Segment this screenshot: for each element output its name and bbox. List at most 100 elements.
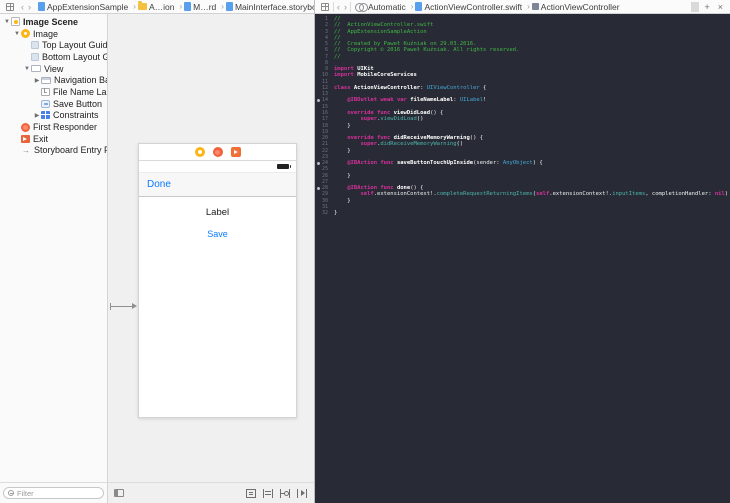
outline-footer [0,482,108,503]
file-icon [184,2,192,11]
filter-icon [8,490,14,496]
disclosure-triangle[interactable]: ▼ [3,19,11,25]
filter-input[interactable] [17,488,99,498]
xcode-editor-area: ‹ › AppExtensionSample › A…ion › M…rd › MainIn… [0,0,730,503]
label-icon: L [41,87,50,96]
storyboard-entry-point-arrow[interactable] [110,302,137,311]
breadcrumb-item[interactable]: A…ion [137,1,176,12]
chevron-right-icon: › [179,2,183,11]
canvas-footer [108,482,314,503]
breadcrumb-label: M…rd [193,1,217,12]
outline-item-image-scene[interactable]: ▼ Image Scene [0,16,107,28]
align-icon[interactable] [263,488,273,498]
save-button[interactable]: Save [139,229,296,239]
entry-arrow-head [132,303,137,309]
outline-item-image[interactable]: ▼ Image [0,28,107,40]
disclosure-triangle[interactable]: ▼ [13,31,21,37]
storyboard-canvas[interactable]: Done Label Save [108,14,314,482]
outline-item-label: Constraints [53,110,99,121]
assistant-actions: + × [690,1,727,12]
code-text: } [334,210,338,217]
entry-arrow-shaft [110,306,134,307]
related-items-icon [6,2,14,11]
outline-item-storyboard-entry-point[interactable]: → Storyboard Entry Point [0,145,107,157]
ib-footer [0,482,314,503]
filter-field[interactable] [3,487,104,499]
outline-item-label: View [44,63,64,74]
breadcrumb-label: Automatic [368,1,406,12]
first-responder-icon[interactable] [212,147,223,157]
scene-icon [11,17,20,27]
breadcrumb-item[interactable]: AppExtensionSample [38,2,129,12]
disclosure-triangle[interactable]: ▶ [33,77,41,84]
guide-icon [31,41,39,50]
outline-item-first-responder[interactable]: First Responder [0,121,107,133]
forward-button[interactable]: › [26,2,33,12]
view-controller-icon[interactable] [194,147,205,157]
outline-item-label: Navigation Bar [54,75,108,86]
breadcrumb-item[interactable]: M…rd [184,2,217,12]
outline-item-top-layout-guide[interactable]: Top Layout Guide [0,39,107,51]
connection-well-icon[interactable] [316,186,320,191]
pin-icon[interactable] [280,488,290,498]
exit-icon[interactable] [230,147,241,157]
back-button[interactable]: ‹ [335,2,342,12]
document-outline: ▼ Image Scene ▼ Image Top Layout Guide Bottom… [0,14,108,482]
navigation-bar[interactable]: Done [139,172,296,197]
breadcrumb-label: ActionViewController [540,1,620,12]
resolve-autolayout-icon[interactable] [297,488,307,498]
related-items-icon [321,2,329,11]
view-controller-scene[interactable]: Done Label Save [138,143,297,418]
outline-item-label: First Responder [33,122,98,133]
navbar-icon [41,76,51,84]
outline-item-exit[interactable]: Exit [0,133,107,145]
add-assistant-editor-button[interactable]: + [700,2,713,12]
source-code-editor[interactable]: 1//2// ActionViewController.swift 3// App… [315,14,730,503]
code-text: @IBOutlet weak var fileNameLabel: UILabe… [347,97,487,104]
outline-item-view[interactable]: ▼ View [0,63,107,75]
breadcrumb: AppExtensionSample › A…ion › M…rd › MainInterf… [35,1,314,12]
outline-item-navigation-bar[interactable]: ▶ Navigation Bar [0,74,107,86]
breadcrumb-item[interactable]: ActionViewController.swift [415,2,523,12]
embed-in-stack-icon[interactable] [246,488,256,498]
connection-well-icon[interactable] [316,161,320,166]
battery-icon [277,164,291,169]
vc-icon [21,29,30,39]
outline-item-file-name-label[interactable]: LFile Name Label [0,86,107,98]
divider [333,1,334,12]
file-name-label[interactable]: Label [139,207,296,218]
connection-well-icon[interactable] [316,98,320,103]
folder-icon [137,1,147,10]
chevron-right-icon: › [133,2,136,11]
outline-item-save-button[interactable]: Save Button [0,98,107,110]
breadcrumb-item[interactable]: ActionViewController [531,1,621,12]
done-button[interactable]: Done [147,179,171,190]
view-icon [31,65,41,73]
breadcrumb-label: ActionViewController.swift [424,1,523,12]
breadcrumb-item[interactable]: MainInterface.storyboard (Base) [225,2,314,12]
code-text: // Copyright © 2016 Paweł Kuźniak. All r… [334,47,520,54]
toggle-document-outline-button[interactable] [114,489,124,497]
constraints-icon [41,111,50,120]
chevron-right-icon: › [527,2,530,11]
code-jump-bar: ‹ › Automatic › ActionViewController.swift… [315,0,730,14]
outline-item-label: Exit [33,133,49,144]
line-number[interactable]: 32 [315,210,331,216]
chevron-right-icon: › [410,2,414,11]
disclosure-triangle[interactable]: ▼ [23,66,31,72]
related-items-button[interactable] [3,2,17,11]
breadcrumb-item[interactable]: Automatic [355,2,407,12]
outline-item-label: Bottom Layout Guide [42,51,107,62]
outline-item-label: Storyboard Entry Point [34,145,107,156]
disclosure-triangle[interactable]: ▶ [33,112,41,119]
back-button[interactable]: ‹ [19,2,26,12]
code-text: class ActionViewController: UIViewContro… [334,84,487,91]
forward-button[interactable]: › [342,2,349,12]
code-line: 29 self.extensionContext!.completeReques… [315,191,730,197]
close-assistant-editor-button[interactable]: × [714,2,727,12]
related-items-button[interactable] [318,2,332,11]
outline-item-bottom-layout-guide[interactable]: Bottom Layout Guide [0,51,107,63]
button-icon [41,99,50,108]
interface-builder-pane: ‹ › AppExtensionSample › A…ion › M…rd › MainIn… [0,0,315,503]
outline-item-constraints[interactable]: ▶ Constraints [0,110,107,122]
